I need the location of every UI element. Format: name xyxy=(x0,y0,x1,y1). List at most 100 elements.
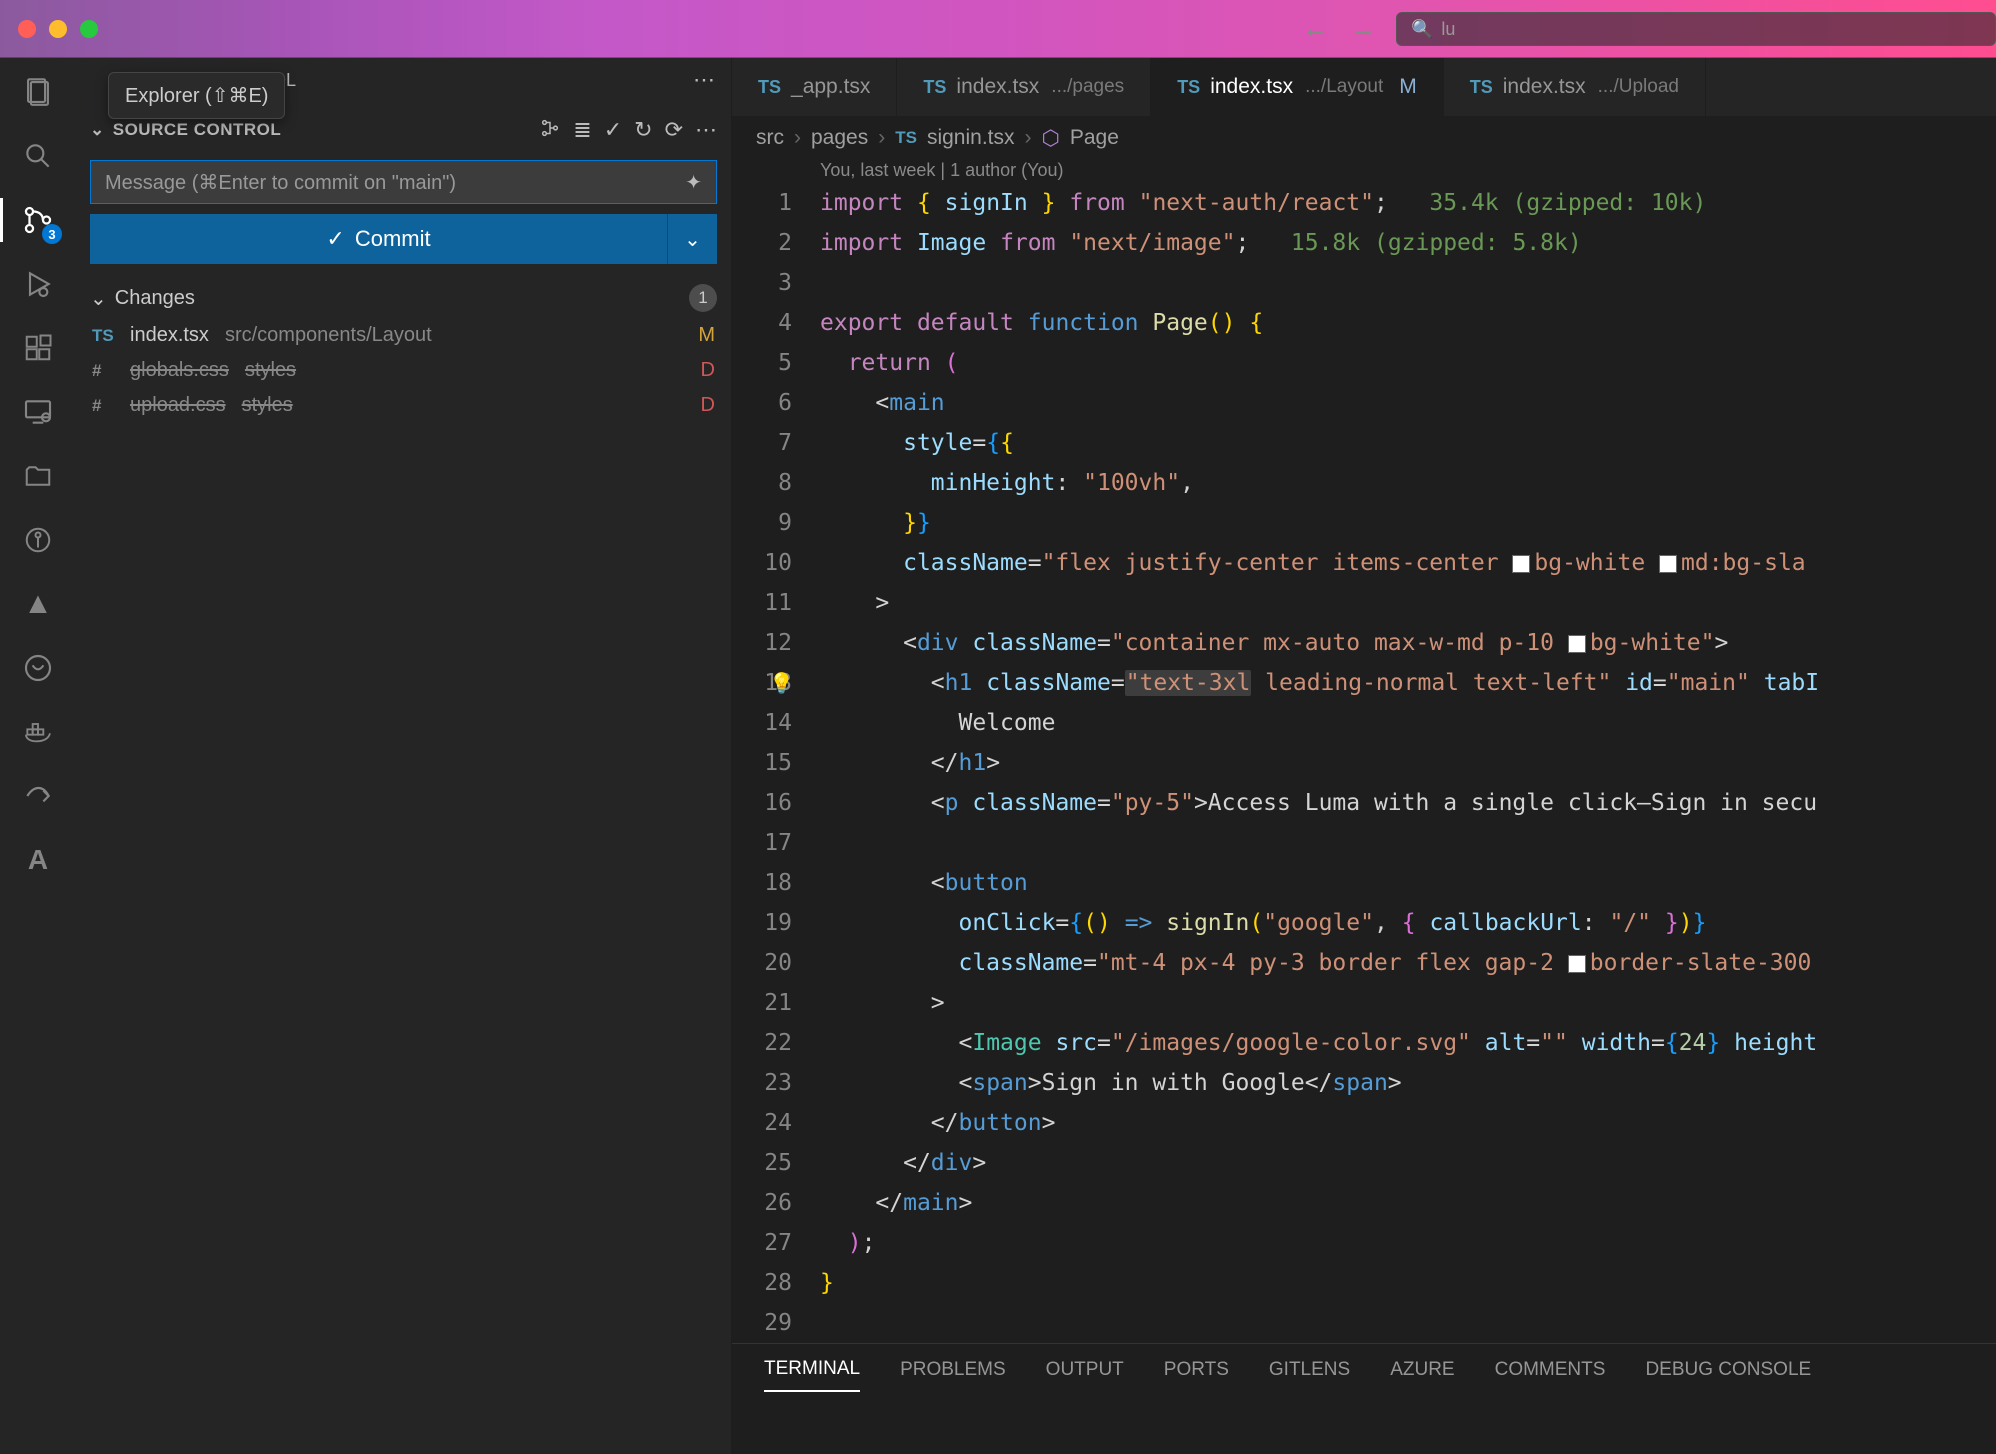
folder-icon[interactable] xyxy=(18,456,58,496)
tab-filename: index.tsx xyxy=(956,75,1039,99)
gitlens-icon[interactable] xyxy=(18,520,58,560)
run-debug-icon[interactable] xyxy=(18,264,58,304)
panel-tab[interactable]: GITLENS xyxy=(1269,1349,1350,1391)
minimize-window-icon[interactable] xyxy=(49,20,67,38)
tab-filename: index.tsx xyxy=(1210,75,1293,99)
lightbulb-icon[interactable]: 💡 xyxy=(769,663,794,703)
editor-tab[interactable]: TS index.tsx .../Upload xyxy=(1444,58,1706,116)
close-window-icon[interactable] xyxy=(18,20,36,38)
ts-file-icon: TS xyxy=(1470,77,1493,98)
panel-tab[interactable]: DEBUG CONSOLE xyxy=(1645,1349,1811,1391)
change-file-name: upload.css xyxy=(130,394,226,417)
change-item[interactable]: TS index.tsx src/components/Layout M xyxy=(90,318,717,353)
azure-bold-icon[interactable]: A xyxy=(18,840,58,880)
editor-tab[interactable]: TSindex.tsx.../pages xyxy=(897,58,1151,116)
azure-a-icon[interactable]: ▲ xyxy=(18,584,58,624)
panel-tab[interactable]: AZURE xyxy=(1390,1349,1454,1391)
breadcrumb-part[interactable]: signin.tsx xyxy=(927,126,1015,150)
tab-filename: index.tsx xyxy=(1503,75,1586,99)
changes-count-badge: 1 xyxy=(689,284,717,312)
refresh-icon[interactable]: ↻ xyxy=(634,117,652,143)
nav-back-icon[interactable]: ← xyxy=(1302,13,1328,44)
panel-tab[interactable]: PROBLEMS xyxy=(900,1349,1006,1391)
file-type-icon: TS xyxy=(92,326,120,346)
explorer-tooltip: Explorer (⇧⌘E) xyxy=(108,72,285,119)
editor-tab[interactable]: TS_app.tsx xyxy=(732,58,897,116)
change-file-name: index.tsx xyxy=(130,324,209,347)
list-view-icon[interactable]: ≣ xyxy=(573,117,591,143)
scm-header-actions: ≣ ✓ ↻ ⟳ ⋯ xyxy=(539,117,717,143)
sidebar: OL ⋯ ⌄ SOURCE CONTROL ≣ ✓ ↻ ⟳ ⋯ Message … xyxy=(76,58,732,1454)
commit-message-input[interactable]: Message (⌘Enter to commit on "main") ✦ xyxy=(90,160,717,204)
scm-badge: 3 xyxy=(42,224,62,244)
activity-bar: 3 ▲ A xyxy=(0,58,76,1454)
breadcrumb-part[interactable]: pages xyxy=(811,126,868,150)
scm-section-title: SOURCE CONTROL xyxy=(113,120,282,140)
remote-explorer-icon[interactable] xyxy=(18,392,58,432)
file-type-icon: # xyxy=(92,396,120,416)
more-icon[interactable]: ⋯ xyxy=(693,67,715,93)
tree-view-icon[interactable] xyxy=(539,117,561,143)
check-icon: ✓ xyxy=(326,226,344,252)
panel-tab[interactable]: COMMENTS xyxy=(1495,1349,1606,1391)
symbol-icon: ⬡ xyxy=(1042,126,1060,151)
source-control-icon[interactable]: 3 xyxy=(18,200,58,240)
more-actions-icon[interactable]: ⋯ xyxy=(695,117,717,143)
changes-label: Changes xyxy=(115,287,195,310)
changes-section-header[interactable]: ⌄ Changes 1 xyxy=(90,278,717,318)
code-content[interactable]: import { signIn } from "next-auth/react"… xyxy=(820,183,1996,1343)
change-item[interactable]: # globals.css styles D xyxy=(90,353,717,388)
explorer-icon[interactable] xyxy=(18,72,58,112)
change-file-path: styles xyxy=(245,359,296,382)
share-icon[interactable] xyxy=(18,776,58,816)
nav-forward-icon[interactable]: → xyxy=(1350,13,1376,44)
editor-tabs: TS_app.tsxTSindex.tsx.../pagesTSindex.ts… xyxy=(732,58,1996,116)
change-status: D xyxy=(701,359,715,382)
ts-file-icon: TS xyxy=(1177,77,1200,98)
line-gutter: 12345678910111213💡1415161718192021222324… xyxy=(732,183,820,1343)
ts-file-icon: TS xyxy=(923,77,946,98)
chevron-down-icon: ⌄ xyxy=(90,120,105,140)
chevron-right-icon: › xyxy=(1025,126,1032,150)
commit-dropdown-button[interactable]: ⌄ xyxy=(667,214,717,264)
file-type-icon: # xyxy=(92,361,120,381)
tab-subpath: .../Upload xyxy=(1598,76,1679,98)
tab-modified-indicator: M xyxy=(1399,75,1417,99)
check-icon[interactable]: ✓ xyxy=(604,117,622,143)
panel-tab[interactable]: OUTPUT xyxy=(1046,1349,1124,1391)
commit-button[interactable]: ✓ Commit xyxy=(90,214,667,264)
editor-tab[interactable]: TS index.tsx .../Layout M xyxy=(1151,58,1444,116)
titlebar: ← → 🔍 lu xyxy=(0,0,1996,58)
change-status: M xyxy=(698,324,715,347)
change-status: D xyxy=(701,394,715,417)
commit-message-placeholder: Message (⌘Enter to commit on "main") xyxy=(105,170,456,195)
chevron-right-icon: › xyxy=(794,126,801,150)
docker-icon[interactable] xyxy=(18,712,58,752)
zoom-window-icon[interactable] xyxy=(80,20,98,38)
chevron-down-icon: ⌄ xyxy=(684,227,701,252)
breadcrumb[interactable]: src › pages › TS signin.tsx › ⬡ Page xyxy=(732,116,1996,160)
change-file-path: styles xyxy=(242,394,293,417)
playwright-icon[interactable] xyxy=(18,648,58,688)
sparkle-icon[interactable]: ✦ xyxy=(685,170,702,195)
code-editor[interactable]: 12345678910111213💡1415161718192021222324… xyxy=(732,183,1996,1343)
panel-tab[interactable]: TERMINAL xyxy=(764,1348,860,1392)
change-file-name: globals.css xyxy=(130,359,229,382)
change-file-path: src/components/Layout xyxy=(225,324,432,347)
ts-file-icon: TS xyxy=(895,128,917,148)
change-item[interactable]: # upload.css styles D xyxy=(90,388,717,423)
command-center[interactable]: 🔍 lu xyxy=(1396,12,1996,46)
commit-button-label: Commit xyxy=(355,226,431,252)
search-icon: 🔍 xyxy=(1411,19,1433,40)
panel-tabs: TERMINAL PROBLEMS OUTPUT PORTS GITLENS AZURE C… xyxy=(732,1343,1996,1395)
codelens-text[interactable]: You, last week | 1 author (You) xyxy=(732,160,1996,183)
window-controls[interactable] xyxy=(18,20,98,38)
panel-tab[interactable]: PORTS xyxy=(1164,1349,1229,1391)
chevron-down-icon: ⌄ xyxy=(90,286,107,311)
history-icon[interactable]: ⟳ xyxy=(665,117,683,143)
tab-subpath: .../Layout xyxy=(1305,76,1383,98)
breadcrumb-part[interactable]: src xyxy=(756,126,784,150)
search-activity-icon[interactable] xyxy=(18,136,58,176)
breadcrumb-part[interactable]: Page xyxy=(1070,126,1119,150)
extensions-icon[interactable] xyxy=(18,328,58,368)
